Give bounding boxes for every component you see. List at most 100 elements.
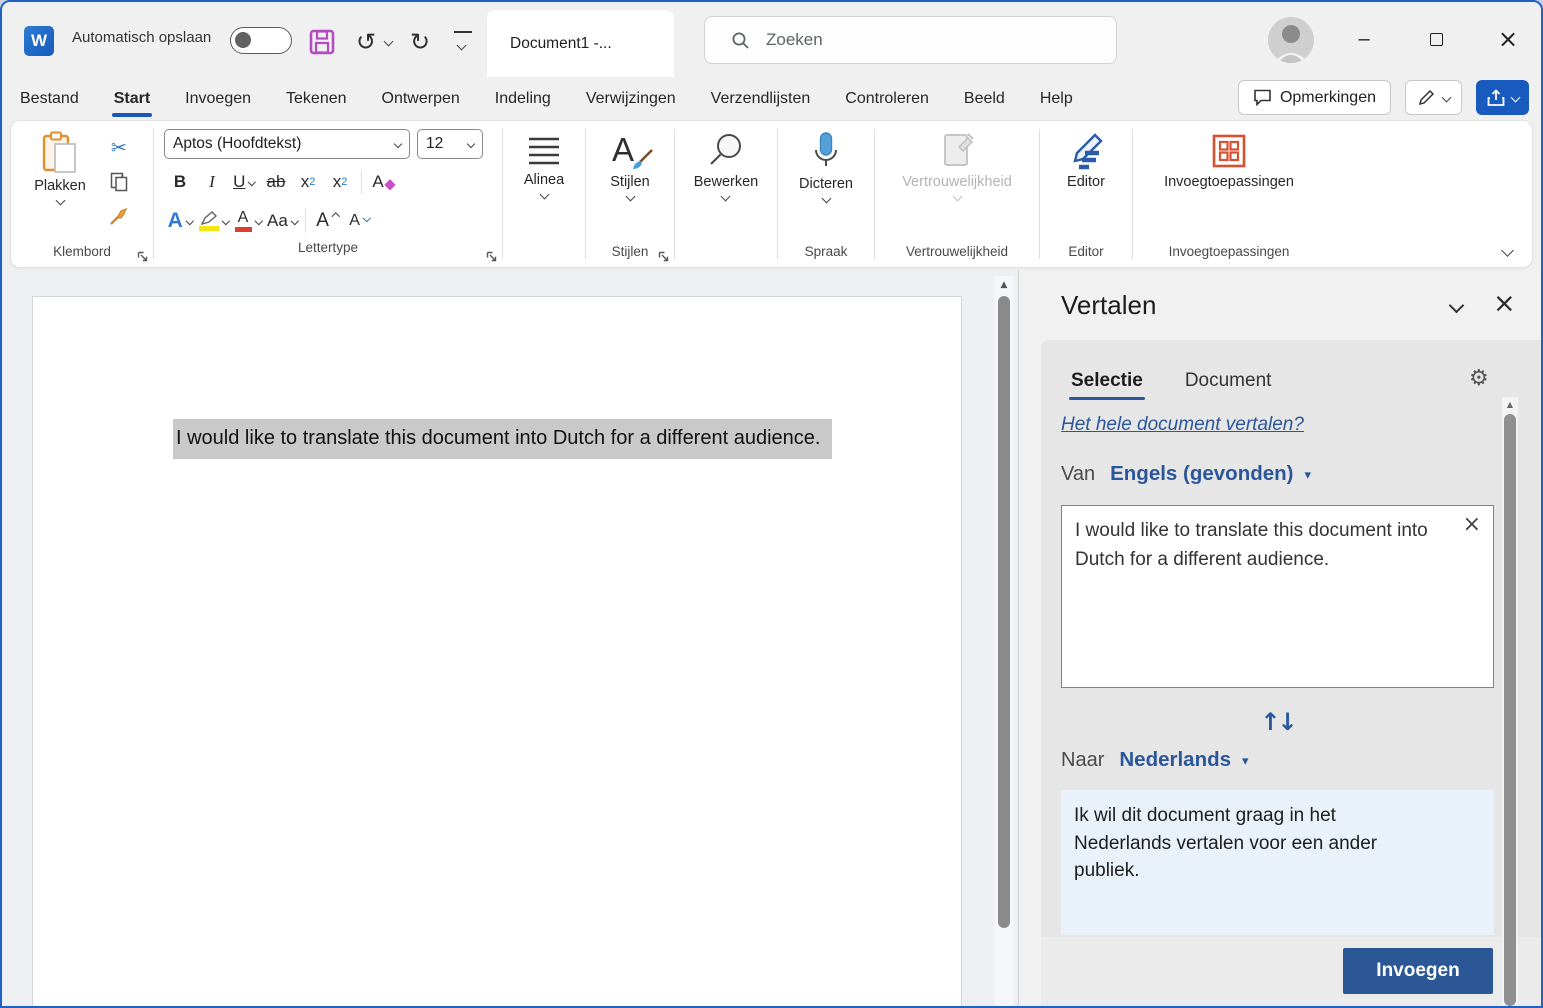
autosave-toggle[interactable]	[230, 27, 292, 54]
translate-whole-document-link[interactable]: Het hele document vertalen?	[1061, 414, 1304, 436]
bold-button[interactable]: B	[164, 167, 196, 197]
panel-close-icon[interactable]: ×	[1493, 288, 1516, 319]
insert-button[interactable]: Invoegen	[1343, 948, 1493, 994]
panel-scrollbar-thumb[interactable]	[1504, 414, 1516, 1006]
editing-label: Bewerken	[693, 174, 759, 190]
styles-label: Stijlen	[610, 174, 650, 190]
addins-label: Invoegtoepassingen	[1164, 174, 1294, 190]
tab-tekenen[interactable]: Tekenen	[282, 77, 351, 120]
highlight-button[interactable]	[196, 206, 232, 236]
from-language-dropdown[interactable]: Engels (gevonden)	[1110, 462, 1293, 486]
styles-button[interactable]: A Stijlen	[602, 127, 658, 204]
grow-font-button[interactable]: A	[311, 206, 343, 236]
search-box[interactable]	[704, 16, 1117, 64]
format-painter-button[interactable]	[100, 201, 138, 231]
save-button[interactable]	[306, 26, 338, 58]
undo-button[interactable]: ↺	[350, 26, 382, 58]
font-color-button[interactable]: A	[232, 206, 265, 236]
lettertype-dialog-launcher-icon[interactable]	[486, 251, 497, 262]
to-language-dropdown-icon[interactable]: ▾	[1242, 751, 1249, 769]
comments-button[interactable]: Opmerkingen	[1237, 80, 1391, 115]
from-language-dropdown-icon[interactable]: ▾	[1305, 465, 1312, 483]
superscript-base: x	[332, 172, 342, 191]
tab-selectie[interactable]: Selectie	[1069, 370, 1145, 400]
klembord-dialog-launcher-icon[interactable]	[137, 251, 148, 262]
share-button[interactable]	[1476, 80, 1529, 115]
stijlen-dialog-launcher-icon[interactable]	[658, 251, 669, 262]
avatar[interactable]	[1268, 17, 1314, 63]
document-scrollbar[interactable]: ▲	[994, 276, 1014, 1006]
editing-button[interactable]: Bewerken	[686, 127, 766, 204]
tab-ontwerpen[interactable]: Ontwerpen	[378, 77, 464, 120]
font-name-select[interactable]: Aptos (Hoofdtekst)	[164, 129, 410, 159]
gear-icon[interactable]: ⚙	[1469, 366, 1489, 391]
document-tab[interactable]: Document1 -...	[487, 10, 674, 77]
text-effects-button[interactable]: A	[164, 206, 196, 236]
cut-button[interactable]: ✂	[100, 133, 138, 163]
document-paragraph[interactable]: I would like to translate this document …	[173, 419, 961, 459]
underline-button[interactable]: U	[228, 167, 260, 197]
scroll-up-icon[interactable]: ▲	[994, 276, 1014, 290]
eraser-icon	[384, 179, 396, 191]
copy-button[interactable]	[100, 167, 138, 197]
change-case-button[interactable]: Aa	[264, 206, 300, 236]
undo-dropdown-icon[interactable]	[383, 36, 394, 47]
panel-scroll-up-icon[interactable]: ▲	[1502, 397, 1518, 409]
tab-verzendlijsten[interactable]: Verzendlijsten	[707, 77, 815, 120]
font-name-chevron-icon	[393, 139, 403, 149]
format-painter-icon	[109, 207, 127, 225]
shrink-font-button[interactable]: A	[343, 206, 375, 236]
editor-icon	[1073, 133, 1103, 170]
group-klembord: Plakken ✂ Klembord	[11, 121, 153, 267]
to-language-dropdown[interactable]: Nederlands	[1119, 748, 1231, 772]
panel-collapse-chevron-icon[interactable]	[1448, 297, 1465, 314]
clear-formatting-button[interactable]: A	[367, 167, 399, 197]
source-text-box[interactable]: I would like to translate this document …	[1061, 505, 1494, 688]
clear-source-icon[interactable]: ×	[1463, 512, 1481, 537]
group-editor: Editor Editor	[1040, 121, 1132, 267]
strikethrough-button[interactable]: ab	[260, 167, 292, 197]
change-case-glyph: Aa	[267, 211, 288, 230]
italic-button[interactable]: I	[196, 167, 228, 197]
tab-verwijzingen[interactable]: Verwijzingen	[582, 77, 680, 120]
superscript-button[interactable]: x2	[324, 167, 356, 197]
share-icon	[1487, 88, 1505, 106]
font-size-select[interactable]: 12	[417, 129, 483, 159]
document-page[interactable]: I would like to translate this document …	[32, 296, 962, 1006]
copy-icon	[110, 172, 128, 192]
sensitivity-button: Vertrouwelijkheid	[894, 127, 1020, 204]
customize-toolbar-button[interactable]	[454, 31, 472, 54]
search-input[interactable]	[766, 30, 1066, 50]
addins-button[interactable]: Invoegtoepassingen	[1156, 127, 1302, 194]
minimize-button[interactable]: –	[1340, 18, 1388, 60]
word-logo-icon[interactable]: W	[24, 26, 54, 56]
paste-button[interactable]: Plakken	[26, 127, 94, 208]
highlight-chevron-icon	[221, 217, 230, 225]
editing-mode-button[interactable]	[1405, 80, 1462, 115]
document-scrollbar-thumb[interactable]	[998, 296, 1010, 928]
subscript-button[interactable]: x2	[292, 167, 324, 197]
tab-bestand[interactable]: Bestand	[16, 77, 83, 120]
tab-controleren[interactable]: Controleren	[841, 77, 933, 120]
font-color-chevron-icon	[254, 217, 263, 225]
tab-beeld[interactable]: Beeld	[960, 77, 1009, 120]
grow-font-arrow-icon	[331, 213, 340, 221]
collapse-ribbon-chevron-icon[interactable]	[1501, 244, 1514, 257]
tab-invoegen[interactable]: Invoegen	[181, 77, 255, 120]
tab-indeling[interactable]: Indeling	[491, 77, 555, 120]
maximize-button[interactable]	[1412, 18, 1460, 60]
tab-help[interactable]: Help	[1036, 77, 1077, 120]
editor-label: Editor	[1067, 174, 1105, 190]
paragraph-button[interactable]: Alinea	[516, 127, 572, 202]
tab-document-panel[interactable]: Document	[1185, 370, 1272, 400]
editor-button[interactable]: Editor	[1057, 127, 1115, 194]
comments-label: Opmerkingen	[1279, 88, 1376, 106]
panel-scrollbar[interactable]: ▲	[1502, 397, 1518, 1006]
tab-start[interactable]: Start	[110, 77, 154, 120]
swap-languages-button[interactable]: ↑↓	[1061, 708, 1494, 736]
redo-button[interactable]: ↻	[404, 26, 436, 58]
dictate-button[interactable]: Dicteren	[791, 127, 861, 206]
group-spraak: Dicteren Spraak	[778, 121, 874, 267]
lettertype-group-label: Lettertype	[297, 240, 359, 255]
close-button[interactable]: ×	[1484, 18, 1532, 60]
